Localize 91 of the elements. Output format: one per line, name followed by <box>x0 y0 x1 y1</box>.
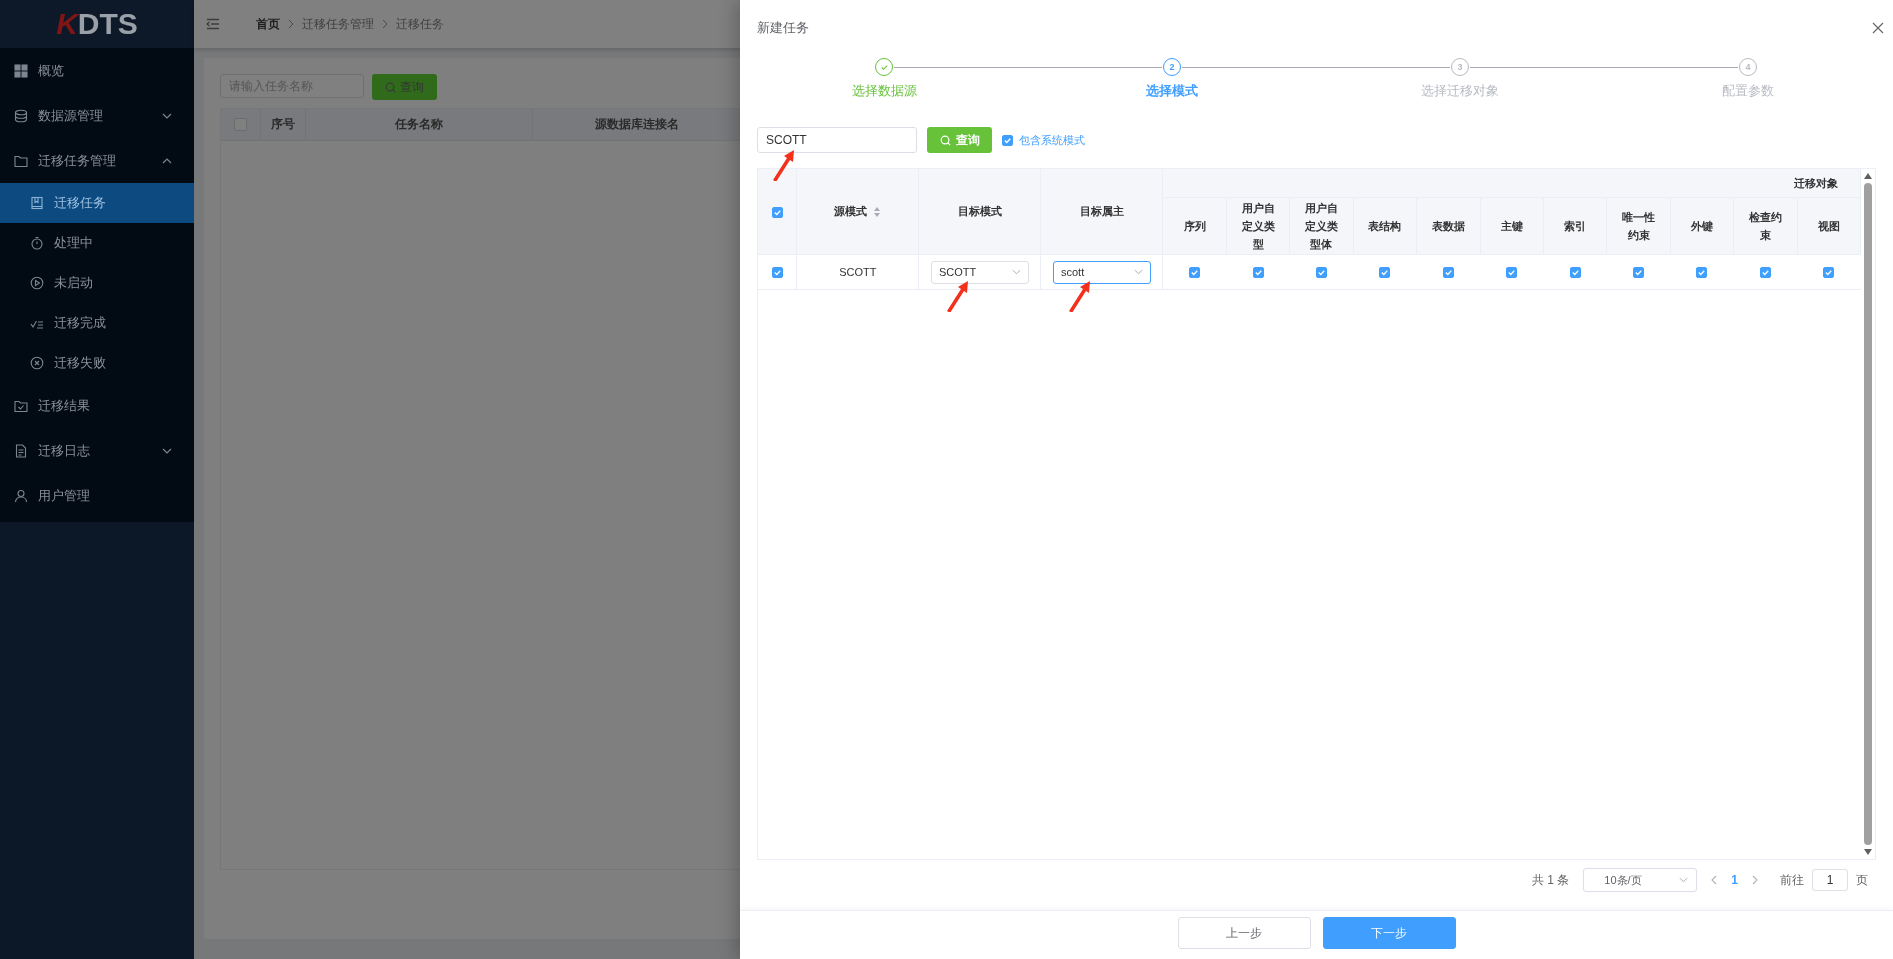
column-header: 序号 <box>271 116 295 133</box>
chevron-icon <box>1679 877 1689 883</box>
goto-label: 前往 <box>1780 871 1804 889</box>
column-header: 目标模式 <box>957 205 1002 217</box>
checkbox[interactable] <box>1633 267 1644 279</box>
column-header: 源模式 <box>834 205 868 217</box>
checkbox[interactable] <box>1002 134 1013 146</box>
breadcrumb-link[interactable]: 首页 <box>256 15 280 33</box>
chevron-right-icon <box>288 19 294 29</box>
column-header: 检查约束 <box>1748 211 1782 241</box>
chevron-icon <box>162 447 172 454</box>
column-header: 主键 <box>1500 220 1523 232</box>
column-header: 视图 <box>1817 220 1840 232</box>
scroll-down-icon[interactable] <box>1864 849 1872 855</box>
submenu-item[interactable]: 未启动 <box>0 263 194 303</box>
column-header: 表数据 <box>1431 220 1465 232</box>
chevron-icon <box>162 112 172 119</box>
checkbox[interactable] <box>1506 267 1518 279</box>
column-header: 表结构 <box>1368 220 1402 232</box>
document-icon <box>14 443 28 458</box>
menu-item[interactable]: 迁移结果 <box>0 383 194 428</box>
stopwatch-icon <box>30 236 44 250</box>
menu-item[interactable]: 迁移日志 <box>0 428 194 473</box>
back-button[interactable]: 上一步 <box>1177 917 1311 949</box>
submenu-item[interactable]: 处理中 <box>0 223 194 263</box>
previous-page-icon[interactable] <box>1711 875 1718 885</box>
drawer-title: 新建任务 <box>757 19 809 37</box>
chevron-icon <box>162 157 172 164</box>
close-icon[interactable] <box>1872 22 1884 34</box>
schema-search-field[interactable]: SCOTT <box>757 127 917 153</box>
menu-item[interactable]: 用户管理 <box>0 473 194 518</box>
checkbox-label: 包含系统模式 <box>1019 132 1085 148</box>
checkbox[interactable] <box>1823 267 1835 279</box>
step-label: 选择模式 <box>1146 82 1198 100</box>
select-field[interactable]: scott <box>1052 260 1151 284</box>
column-header: 索引 <box>1564 220 1587 232</box>
book-icon <box>30 196 44 210</box>
checkbox[interactable] <box>771 206 783 218</box>
step-label: 选择数据源 <box>851 82 917 100</box>
step-marker: 3 <box>1451 58 1469 76</box>
checkbox[interactable] <box>1379 267 1391 279</box>
page-input[interactable]: 1 <box>1812 869 1848 891</box>
step-label: 选择迁移对象 <box>1421 82 1499 100</box>
next-page-icon[interactable] <box>1752 875 1758 885</box>
scroll-up-icon[interactable] <box>1864 173 1872 179</box>
step-marker: 4 <box>1739 58 1757 76</box>
column-header: 任务名称 <box>395 116 443 133</box>
search-icon <box>385 81 396 93</box>
database-icon <box>14 108 28 123</box>
sort-icon[interactable] <box>873 206 882 219</box>
column-header: 用户自定义类型体 <box>1305 202 1338 250</box>
check-icon <box>879 62 889 72</box>
checkbox[interactable] <box>771 267 783 279</box>
checkbox[interactable] <box>1252 267 1264 279</box>
column-header: 序列 <box>1183 220 1206 232</box>
submenu-item[interactable]: 迁移失败 <box>0 343 194 383</box>
total-count: 共 1 条 <box>1531 871 1570 889</box>
menu-item[interactable]: 数据源管理 <box>0 93 194 138</box>
checkbox[interactable] <box>1759 267 1771 279</box>
user-icon <box>14 488 28 503</box>
submenu-item[interactable]: 迁移任务 <box>0 183 194 223</box>
checkbox[interactable] <box>1442 267 1454 279</box>
page-suffix: 页 <box>1856 871 1868 889</box>
column-header: 外键 <box>1690 220 1713 232</box>
chevron-right-icon <box>382 19 388 29</box>
select-field[interactable]: SCOTT <box>930 260 1029 284</box>
checkbox[interactable] <box>1569 267 1581 279</box>
checkbox[interactable] <box>1696 267 1708 279</box>
menu-icon[interactable] <box>206 18 220 30</box>
checkbox[interactable] <box>1189 267 1201 279</box>
grid-icon <box>14 63 28 78</box>
checkbox[interactable] <box>1316 267 1327 279</box>
folder-icon <box>14 153 28 168</box>
table-cell: SCOTT <box>839 266 877 278</box>
play-icon <box>30 276 44 290</box>
close-circle-icon <box>30 356 44 370</box>
group-header: 迁移对象 <box>1794 176 1838 189</box>
menu-item[interactable]: 迁移任务管理 <box>0 138 194 183</box>
menu-item[interactable]: 概览 <box>0 48 194 93</box>
folder-check-icon <box>14 398 28 413</box>
step-label: 配置参数 <box>1722 82 1774 100</box>
column-header: 目标属主 <box>1079 205 1124 217</box>
column-header: 用户自定义类型 <box>1241 202 1275 250</box>
chevron-icon <box>1011 269 1021 275</box>
page-size-select[interactable]: 10条/页 <box>1583 868 1698 892</box>
chevron-icon <box>1133 269 1143 275</box>
search-icon <box>939 134 951 146</box>
step-marker: 2 <box>1163 58 1181 76</box>
column-header: 源数据库连接名 <box>594 116 679 133</box>
submenu-item[interactable]: 迁移完成 <box>0 303 194 343</box>
column-header: 唯一性约束 <box>1622 211 1655 241</box>
